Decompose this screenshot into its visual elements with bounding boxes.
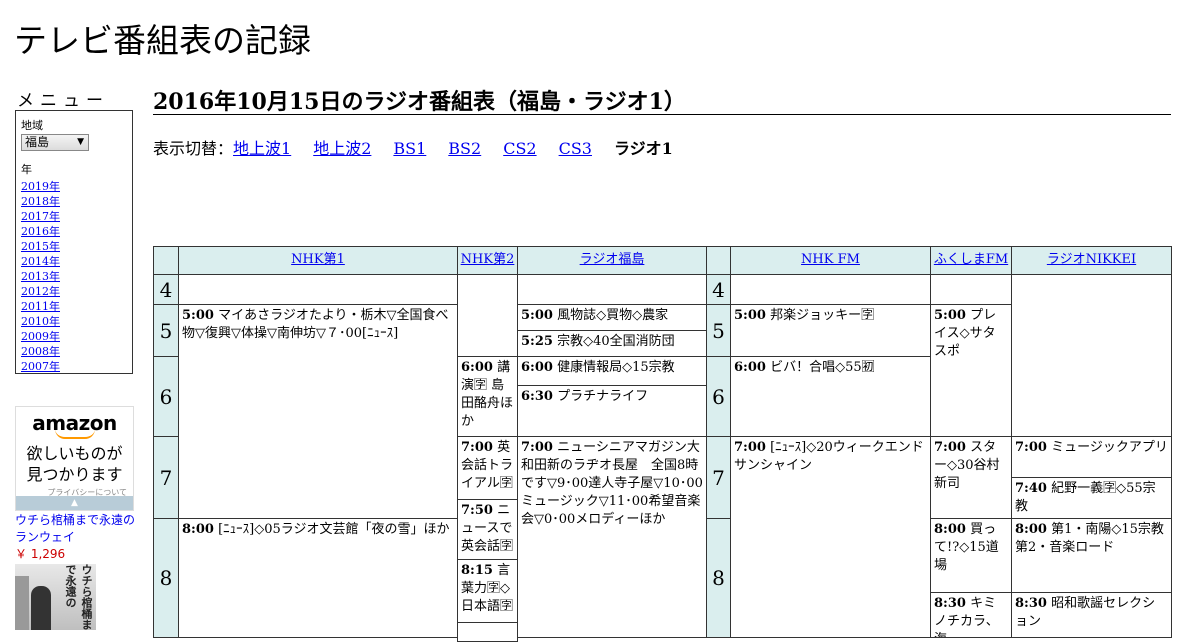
switch-link-bs2[interactable]: BS2: [448, 139, 481, 158]
view-switcher: 表示切替：地上波1 地上波2 BS1 BS2 CS2 CS3 ラジオ1: [153, 135, 673, 159]
program-cell[interactable]: 7:00 [ﾆｭｰｽ]◇20ウィークエンドサンシャイン: [730, 436, 931, 638]
program-cell[interactable]: 6:30 プラチナライフ: [517, 385, 707, 437]
program-cell[interactable]: 5:25 宗教◇40全国消防団: [517, 330, 707, 357]
year-link-2011[interactable]: 2011年: [21, 299, 127, 314]
hour-label: 5: [153, 304, 179, 357]
program-cell[interactable]: 7:00 スター◇30谷村新司: [930, 436, 1012, 519]
channel-header-fukushima-fm: ふくしまFM: [930, 246, 1012, 275]
hour-label: 4: [153, 274, 179, 305]
year-link-2014[interactable]: 2014年: [21, 254, 127, 269]
year-link-2017[interactable]: 2017年: [21, 209, 127, 224]
channel-link-nhk2[interactable]: NHK第2: [461, 252, 515, 267]
book-cover-image[interactable]: ウチら棺桶まで永遠の: [15, 564, 96, 630]
year-link-2008[interactable]: 2008年: [21, 344, 127, 359]
corner-cell: [153, 246, 179, 275]
book-title-link[interactable]: ウチら棺桶まで永遠のランウェイ: [15, 512, 140, 546]
hour-label: 8: [153, 518, 179, 638]
program-cell[interactable]: 8:00 [ﾆｭｰｽ]◇05ラジオ文芸館「夜の雪」ほか: [178, 518, 458, 638]
switch-link-terrestrial-1[interactable]: 地上波1: [233, 139, 291, 158]
channel-link-fukushima-fm[interactable]: ふくしまFM: [934, 252, 1008, 267]
program-cell[interactable]: 5:00 プレイス◇サタスポ: [930, 304, 1012, 437]
program-cell[interactable]: 8:00 第1・南陽◇15宗教第2・音楽ロード: [1011, 518, 1172, 593]
corner-cell: [706, 246, 731, 275]
program-cell[interactable]: 8:00 買って!?◇15道場: [930, 518, 1012, 593]
program-cell[interactable]: 5:00 マイあさラジオたより・栃木▽全国食べ物▽復興▽体操▽南伸坊▽７･00[…: [178, 304, 458, 519]
program-empty: [457, 274, 518, 357]
year-link-2010[interactable]: 2010年: [21, 314, 127, 329]
program-empty: [930, 274, 1012, 305]
channel-header-nhk1: NHK第1: [178, 246, 458, 275]
program-cell[interactable]: 7:40 紀野一義🈑◇55宗教: [1011, 477, 1172, 519]
site-title: テレビ番組表の記録: [14, 21, 311, 60]
switch-current: ラジオ1: [613, 139, 673, 158]
year-link-2013[interactable]: 2013年: [21, 269, 127, 284]
switch-link-bs1[interactable]: BS1: [393, 139, 426, 158]
hour-label: 6: [706, 356, 731, 437]
region-select[interactable]: 福島 ▼: [21, 134, 89, 151]
year-label: 年: [21, 163, 32, 176]
year-link-2007[interactable]: 2007年: [21, 359, 127, 374]
program-empty: [730, 274, 931, 305]
ad-expand-icon[interactable]: ▲: [16, 496, 133, 510]
program-cell[interactable]: 6:00 講演🈑 島田酪舟ほか: [457, 356, 518, 437]
program-cell[interactable]: 5:00 風物誌◇買物◇農家: [517, 304, 707, 331]
program-cell[interactable]: 7:00 ニューシニアマガジン大和田新のラヂオ長屋 全国8時です▽9･00達人寺…: [517, 436, 707, 638]
amazon-ad[interactable]: amazon 欲しいものが 見つかります プライバシーについて ▲: [15, 406, 134, 511]
ad-tagline: 欲しいものが 見つかります: [26, 444, 123, 484]
program-empty: [178, 274, 458, 305]
program-cell[interactable]: 6:00 健康情報局◇15宗教: [517, 356, 707, 386]
book-cover-text: ウチら棺桶まで永遠の: [64, 564, 93, 630]
switch-link-terrestrial-2[interactable]: 地上波2: [313, 139, 371, 158]
hour-label: 4: [706, 274, 731, 305]
program-cell[interactable]: 5:00 邦楽ジョッキー🈑: [730, 304, 931, 357]
program-cell[interactable]: 8:30 キミノチカラ、海: [930, 592, 1012, 638]
book-price: ￥ 1,296: [15, 547, 66, 561]
channel-link-radio-fukushima[interactable]: ラジオ福島: [580, 252, 645, 267]
channel-link-radio-nikkei[interactable]: ラジオNIKKEI: [1047, 252, 1136, 267]
year-link-2009[interactable]: 2009年: [21, 329, 127, 344]
program-cell[interactable]: 7:00 英会話トライアル🈑: [457, 436, 518, 500]
menu-panel: 地域 福島 ▼ 年 2019年 2018年 2017年 2016年 2015年 …: [15, 110, 133, 374]
program-cell[interactable]: 6:00 ビバ！合唱◇55🈠: [730, 356, 931, 437]
program-cell[interactable]: [457, 622, 518, 642]
year-list: 年 2019年 2018年 2017年 2016年 2015年 2014年 20…: [21, 161, 127, 374]
switch-label: 表示切替：: [153, 139, 234, 158]
switch-link-cs3[interactable]: CS3: [559, 139, 592, 158]
program-cell[interactable]: 8:15 言葉力🈑◇日本語🈑: [457, 559, 518, 623]
hour-label: 7: [706, 436, 731, 519]
program-cell[interactable]: 8:30 昭和歌謡セレクション: [1011, 592, 1172, 638]
program-cell[interactable]: 7:00 ミュージックアプリ: [1011, 436, 1172, 478]
year-link-2012[interactable]: 2012年: [21, 284, 127, 299]
amazon-logo: amazon: [32, 411, 117, 435]
year-link-2019[interactable]: 2019年: [21, 179, 127, 194]
page-title: 2016年10月15日のラジオ番組表（福島・ラジオ1）: [153, 84, 1171, 115]
dropdown-arrow-icon: ▼: [77, 137, 84, 147]
channel-header-radio-nikkei: ラジオNIKKEI: [1011, 246, 1172, 275]
switch-link-cs2[interactable]: CS2: [503, 139, 536, 158]
menu-label: メニュー: [17, 91, 109, 111]
channel-header-radio-fukushima: ラジオ福島: [517, 246, 707, 275]
hour-label: 8: [706, 518, 731, 638]
channel-header-nhk2: NHK第2: [457, 246, 518, 275]
hour-label: 7: [153, 436, 179, 519]
channel-header-nhk-fm: NHK FM: [730, 246, 931, 275]
channel-link-nhk1[interactable]: NHK第1: [291, 252, 345, 267]
region-value: 福島: [25, 135, 50, 149]
year-link-2018[interactable]: 2018年: [21, 194, 127, 209]
year-link-2015[interactable]: 2015年: [21, 239, 127, 254]
program-empty: [1011, 274, 1172, 437]
program-empty: [517, 274, 707, 305]
hour-label: 5: [706, 304, 731, 357]
hour-label: 6: [153, 356, 179, 437]
region-label: 地域: [21, 119, 43, 132]
channel-link-nhk-fm[interactable]: NHK FM: [801, 252, 860, 267]
year-link-2016[interactable]: 2016年: [21, 224, 127, 239]
program-cell[interactable]: 7:50 ニュースで英会話🈑: [457, 499, 518, 560]
